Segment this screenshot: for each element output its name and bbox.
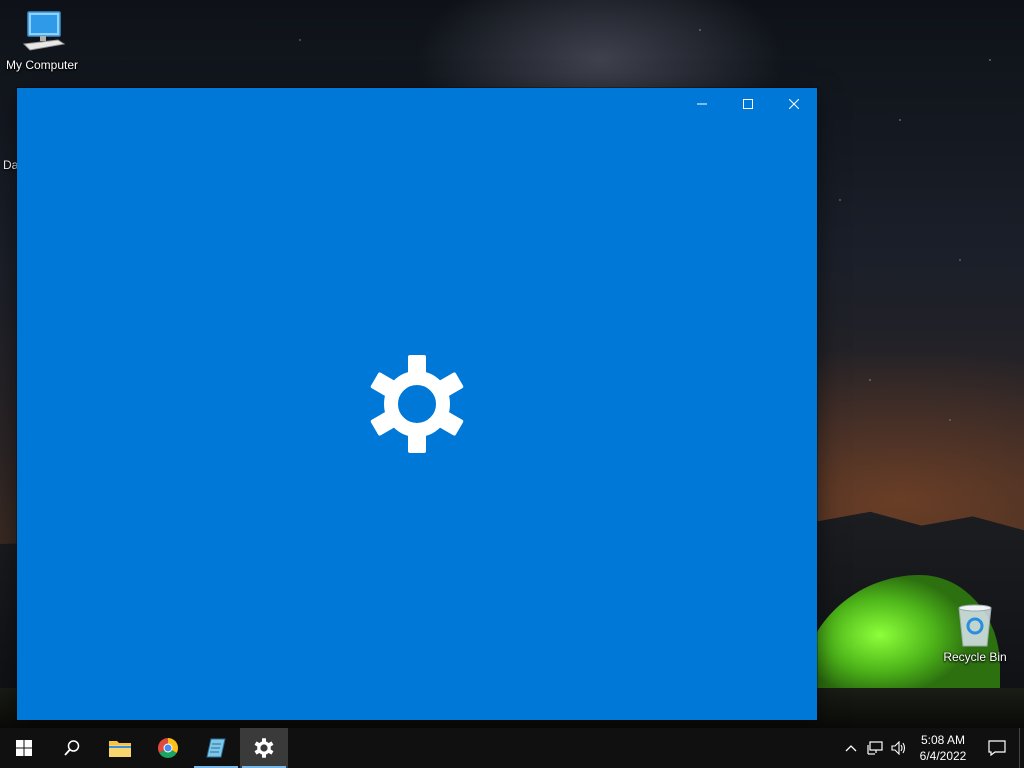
windows-logo-icon	[16, 740, 32, 756]
clock-date: 6/4/2022	[919, 749, 967, 763]
window-titlebar-controls	[679, 88, 817, 120]
gear-icon	[254, 738, 274, 758]
taskbar-settings[interactable]	[240, 728, 288, 768]
action-center-button[interactable]	[975, 728, 1019, 768]
system-tray: 5:08 AM 6/4/2022	[839, 728, 1024, 768]
desktop-icon-label: Recycle Bin	[943, 650, 1007, 664]
show-hidden-icons-button[interactable]	[839, 728, 863, 768]
taskbar: 5:08 AM 6/4/2022	[0, 728, 1024, 768]
clock-time: 5:08 AM	[920, 733, 966, 747]
close-button[interactable]	[771, 88, 817, 120]
search-icon	[64, 740, 80, 756]
taskbar-chrome[interactable]	[144, 728, 192, 768]
maximize-icon	[743, 99, 753, 109]
close-icon	[789, 99, 799, 109]
gear-icon	[370, 355, 464, 453]
folder-icon	[109, 741, 131, 757]
settings-window[interactable]	[17, 88, 817, 720]
chrome-icon	[158, 738, 178, 758]
network-icon	[867, 741, 883, 755]
desktop-icon-label: My Computer	[5, 58, 79, 72]
notepad-icon	[206, 738, 226, 758]
taskbar-file-explorer[interactable]	[96, 728, 144, 768]
show-desktop-button[interactable]	[1019, 728, 1024, 768]
computer-icon	[22, 11, 66, 51]
chevron-up-icon	[845, 745, 857, 752]
taskbar-clock[interactable]: 5:08 AM 6/4/2022	[911, 732, 975, 764]
maximize-button[interactable]	[725, 88, 771, 120]
volume-button[interactable]	[887, 728, 911, 768]
minimize-icon	[697, 103, 707, 105]
volume-icon	[891, 741, 906, 755]
search-button[interactable]	[48, 728, 96, 768]
desktop-icon-my-computer[interactable]: My Computer	[0, 8, 84, 72]
recycle-bin-icon	[958, 604, 992, 647]
network-button[interactable]	[863, 728, 887, 768]
start-button[interactable]	[0, 728, 48, 768]
desktop-icon-recycle-bin[interactable]: Recycle Bin	[933, 602, 1017, 664]
taskbar-notepad[interactable]	[192, 728, 240, 768]
action-center-icon	[988, 740, 1006, 756]
minimize-button[interactable]	[679, 88, 725, 120]
